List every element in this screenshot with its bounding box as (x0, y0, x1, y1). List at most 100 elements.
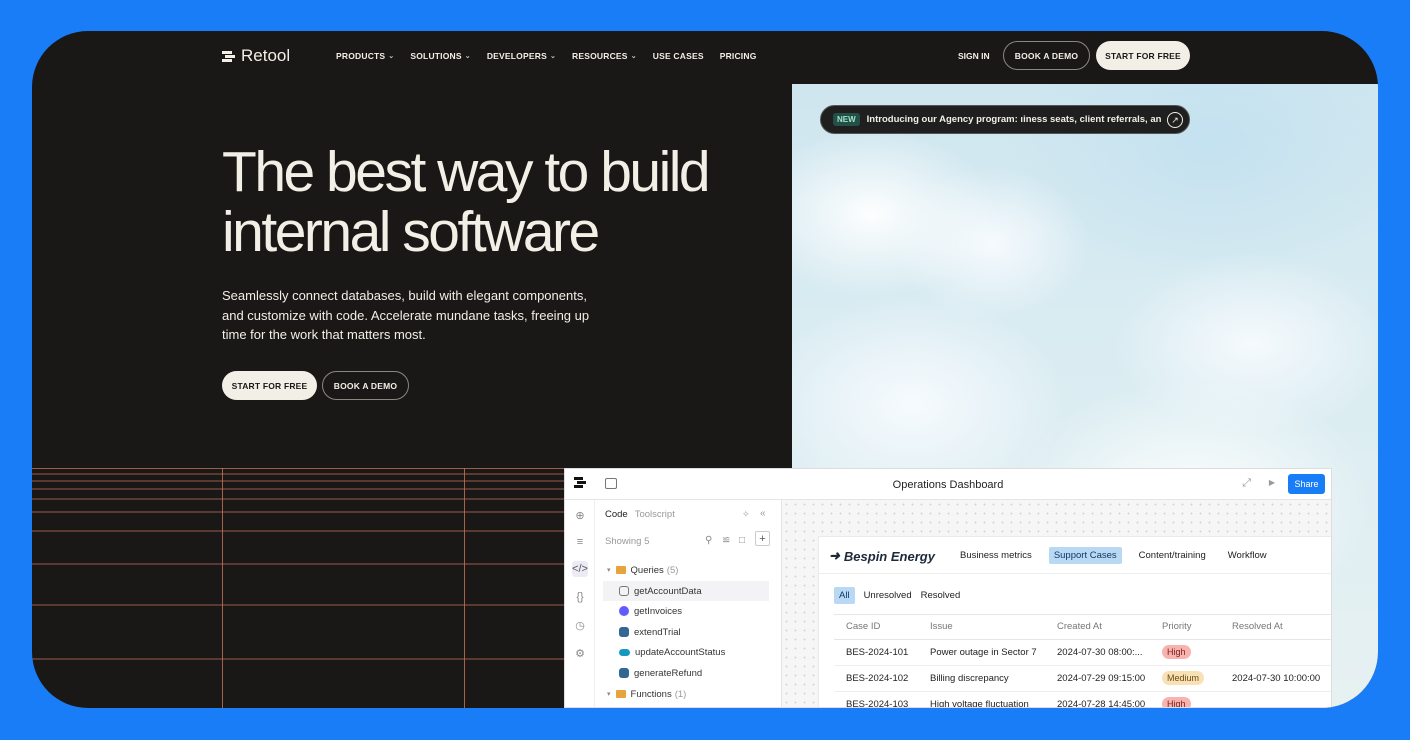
query-name: getAccountData (634, 585, 702, 597)
case-id: BES-2024-103 (834, 691, 918, 707)
nav-book-demo-button[interactable]: BOOK A DEMO (1003, 41, 1090, 70)
tab-toolscript[interactable]: Toolscript (635, 509, 675, 520)
nav-resources[interactable]: RESOURCES ⌄ (572, 51, 637, 61)
query-name: getInvoices (634, 605, 683, 617)
add-circle-icon[interactable]: ⊕ (572, 507, 588, 523)
showing-count: Showing 5 (605, 536, 650, 547)
folder-icon (615, 690, 626, 698)
cases-table: Case ID Issue Created At Priority Resolv… (834, 614, 1331, 707)
column-header[interactable]: Priority (1150, 614, 1220, 640)
chevron-down-icon: ⌄ (630, 53, 637, 60)
tab-content-training[interactable]: Content/training (1134, 547, 1211, 564)
arrow-up-right-icon: ↗ (1167, 112, 1183, 128)
table-row[interactable]: BES-2024-102 Billing discrepancy 2024-07… (834, 665, 1331, 692)
queries-folder[interactable]: ▾ Queries (5) (607, 560, 678, 580)
top-nav: Retool PRODUCTS ⌄ SOLUTIONS ⌄ DEVELOPERS ⌄ … (32, 31, 1378, 84)
play-icon[interactable]: ▶ (1269, 478, 1275, 487)
hero-title: The best way to build internal software (222, 142, 782, 262)
table-row[interactable]: BES-2024-101 Power outage in Sector 7 20… (834, 639, 1331, 666)
retool-logo[interactable]: Retool (222, 46, 290, 66)
history-icon[interactable]: ◷ (572, 617, 588, 633)
collapse-icon[interactable]: « (760, 508, 766, 519)
nav-links: PRODUCTS ⌄ SOLUTIONS ⌄ DEVELOPERS ⌄ RESOURC… (336, 51, 757, 61)
table-row[interactable]: BES-2024-103 High voltage fluctuation 20… (834, 691, 1331, 707)
code-panel: Code Toolscript ✧ « Showing 5 ⚲ ≌ □ + ▾ … (595, 500, 782, 707)
app-title: Operations Dashboard (892, 479, 1004, 491)
case-issue: Power outage in Sector 7 (918, 639, 1045, 666)
functions-folder[interactable]: ▾ Functions (1) (607, 684, 686, 704)
gear-icon[interactable]: ⚙ (572, 645, 588, 661)
postgres-icon (619, 627, 629, 637)
app-canvas: ➜ Bespin Energy Business metrics Support… (782, 500, 1331, 707)
case-priority: Medium (1150, 665, 1220, 692)
announcement-pill[interactable]: NEW Introducing our Agency program: ıine… (820, 105, 1190, 134)
expand-icon[interactable]: ⤢ (1242, 477, 1251, 490)
tab-workflow[interactable]: Workflow (1223, 547, 1272, 564)
chevron-down-icon: ▾ (607, 691, 611, 698)
add-query-button[interactable]: + (755, 531, 770, 546)
company-brand: ➜ Bespin Energy (829, 548, 935, 564)
announcement-text: Introducing our Agency program: ıiness s… (866, 114, 1162, 125)
query-item[interactable]: extendTrial (607, 622, 681, 642)
case-created: 2024-07-28 14:45:00 (1045, 691, 1150, 707)
query-item[interactable]: updateAccountStatus (607, 642, 725, 662)
nav-resources-label: RESOURCES (572, 51, 628, 61)
filter-icon[interactable]: ≌ (722, 535, 730, 546)
code-icon[interactable]: </> (572, 561, 588, 577)
variables-icon[interactable]: {} (572, 589, 588, 605)
nav-developers[interactable]: DEVELOPERS ⌄ (487, 51, 556, 61)
tab-code[interactable]: Code (605, 509, 628, 520)
filter-resolved[interactable]: Resolved (921, 590, 961, 601)
case-created: 2024-07-29 09:15:00 (1045, 665, 1150, 692)
database-icon (619, 586, 629, 596)
nav-start-free-button[interactable]: START FOR FREE (1096, 41, 1190, 70)
priority-badge: Medium (1162, 671, 1205, 685)
app-toolbar: Operations Dashboard ⤢ ▶ Share (565, 469, 1331, 500)
case-issue: Billing discrepancy (918, 665, 1045, 692)
hero-subtitle: Seamlessly connect databases, build with… (222, 288, 590, 342)
query-name: extendTrial (634, 626, 681, 638)
column-header[interactable]: Case ID (834, 614, 918, 640)
brand-name: Retool (241, 46, 291, 65)
queries-count: (5) (666, 564, 679, 576)
stripe-icon (619, 606, 629, 616)
query-name: generateRefund (634, 667, 703, 679)
case-issue: High voltage fluctuation (918, 691, 1045, 707)
tab-support-cases[interactable]: Support Cases (1048, 547, 1122, 564)
company-name: Bespin Energy (843, 548, 935, 564)
case-priority: High (1150, 691, 1220, 707)
retool-logo-icon (222, 50, 235, 63)
query-item[interactable]: getInvoices (607, 601, 682, 621)
case-filters: All Unresolved Resolved (834, 587, 960, 604)
tab-business-metrics[interactable]: Business metrics (955, 547, 1037, 564)
pin-icon[interactable]: ✧ (742, 509, 750, 520)
nav-products[interactable]: PRODUCTS ⌄ (336, 51, 394, 61)
hero-book-demo-button[interactable]: BOOK A DEMO (322, 371, 409, 400)
nav-pricing-label: PRICING (719, 51, 757, 61)
case-resolved: 2024-07-30 10:00:00 (1220, 665, 1331, 692)
nav-use-cases[interactable]: USE CASES (653, 51, 704, 61)
nav-solutions[interactable]: SOLUTIONS ⌄ (410, 51, 470, 61)
hero-start-free-button[interactable]: START FOR FREE (222, 371, 317, 400)
nav-use-cases-label: USE CASES (652, 51, 704, 61)
dashboard-tabs: Business metrics Support Cases Content/t… (955, 547, 1272, 564)
new-badge: NEW (833, 113, 860, 126)
share-button[interactable]: Share (1288, 474, 1325, 494)
nav-pricing[interactable]: PRICING (720, 51, 757, 61)
search-icon[interactable]: ⚲ (705, 535, 712, 546)
tree-icon[interactable]: ≡ (572, 534, 588, 550)
salesforce-icon (619, 648, 630, 656)
decorative-grid (32, 468, 572, 708)
filter-unresolved[interactable]: Unresolved (864, 590, 912, 601)
column-header[interactable]: Created At (1045, 614, 1150, 640)
column-header[interactable]: Resolved At (1220, 614, 1331, 640)
folder-icon[interactable]: □ (739, 535, 745, 546)
filter-all[interactable]: All (834, 587, 855, 604)
query-item[interactable]: generateRefund (607, 663, 702, 683)
query-item[interactable]: getAccountData (603, 581, 769, 601)
sign-in-link[interactable]: SIGN IN (958, 51, 990, 61)
column-header[interactable]: Issue (918, 614, 1045, 640)
case-resolved (1220, 691, 1331, 707)
nav-developers-label: DEVELOPERS (486, 51, 547, 61)
dashboard-card: ➜ Bespin Energy Business metrics Support… (818, 536, 1331, 707)
